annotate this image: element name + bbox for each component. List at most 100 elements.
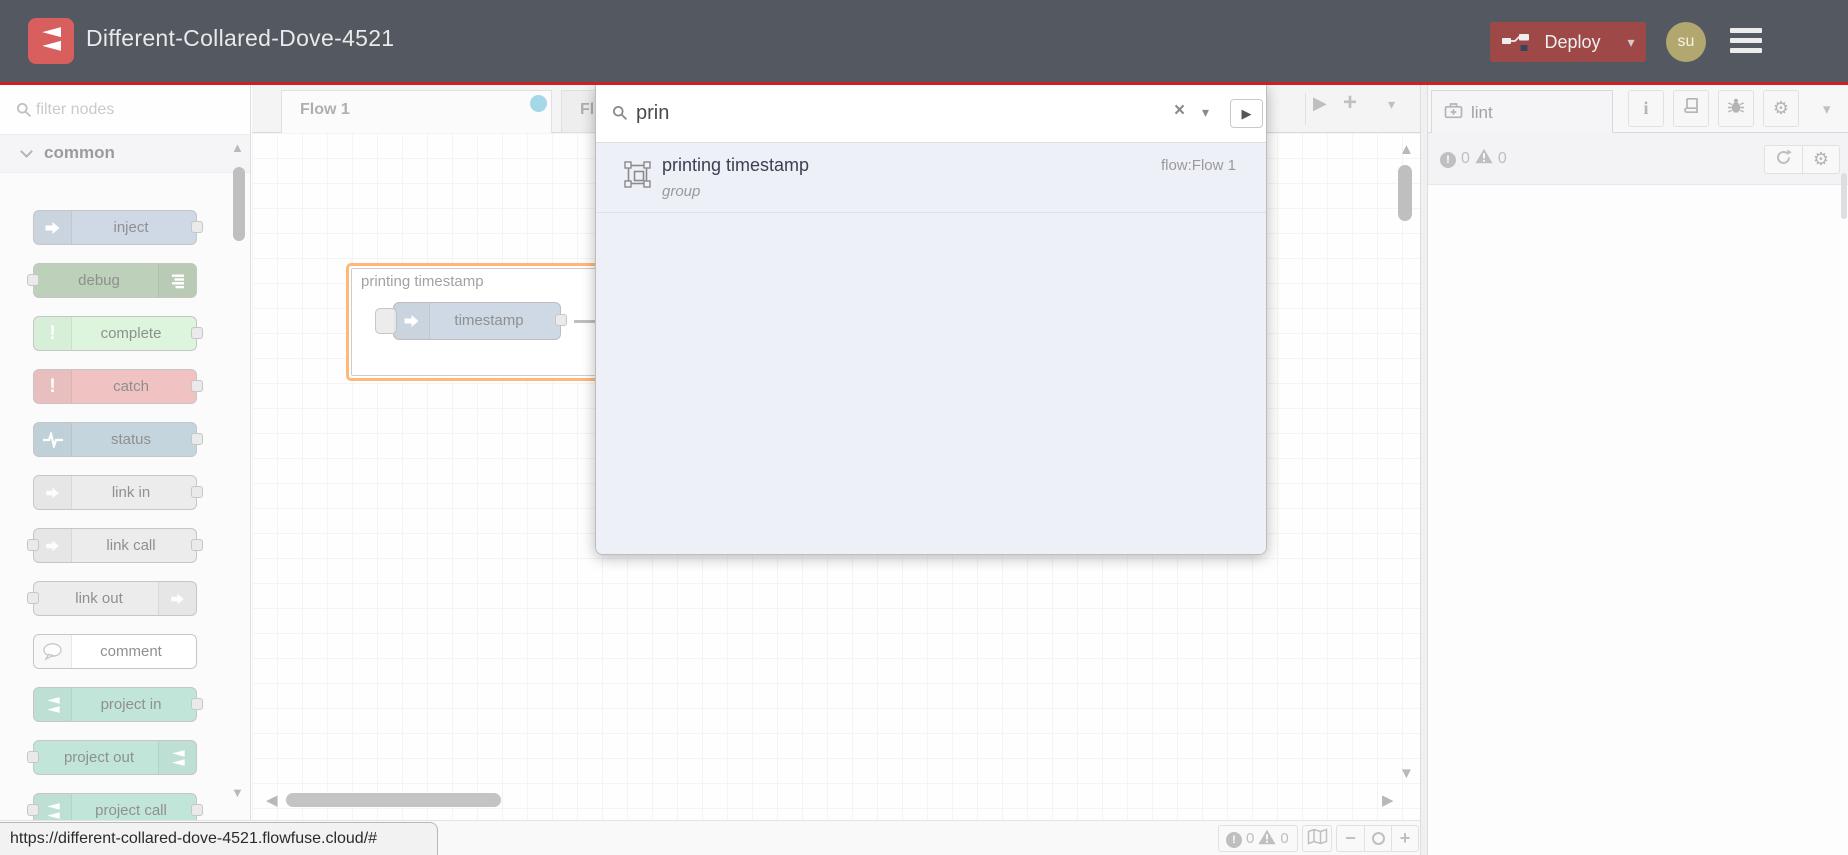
palette-node-link-out[interactable]: link out [27,581,197,616]
main-menu-button[interactable] [1730,28,1762,58]
next-tab-button[interactable]: ▶ [1313,93,1327,114]
deploy-button[interactable]: Deploy ▾ [1490,22,1646,62]
canvas-scroll-right-icon[interactable]: ▶ [1382,791,1394,809]
canvas-hscrollbar-thumb[interactable] [286,793,501,807]
search-input-row: × ▾ ▶ [596,85,1266,142]
sidebar-tab-lint[interactable]: lint [1431,90,1613,134]
flowfuse-logo-icon [158,741,196,774]
node-output-port[interactable] [555,314,567,326]
gear-icon: ⚙ [1772,97,1790,118]
canvas-scroll-up-icon[interactable]: ▲ [1399,141,1414,158]
palette-node-label: project in [100,696,162,713]
exclamation-icon: ! [34,370,72,403]
expand-search-button[interactable]: ▶ [1230,99,1263,128]
node-port[interactable] [27,273,39,286]
search-options-chevron-icon[interactable]: ▾ [1202,104,1209,121]
node-port[interactable] [191,326,203,339]
search-input[interactable] [636,95,1116,131]
palette-node-complete[interactable]: ! complete [33,316,203,351]
node-port[interactable] [27,750,39,763]
palette-node-debug[interactable]: debug [27,263,197,298]
palette-node-label: comment [100,643,162,660]
node-port[interactable] [191,803,203,816]
add-flow-button[interactable]: + [1343,89,1357,117]
sidebar-scrollbar-thumb[interactable] [1841,173,1847,219]
category-label: common [44,143,115,162]
lint-settings-button[interactable]: ⚙ [1802,146,1839,173]
sidebar-menu-chevron-icon[interactable]: ▾ [1823,100,1831,118]
flowfuse-logo-icon [34,688,72,721]
node-label: timestamp [454,312,524,329]
canvas-vscrollbar-thumb[interactable] [1398,165,1412,221]
right-sidebar: lint i ⚙ ▾ ! 0 0 ⚙ [1428,85,1848,855]
unsaved-changes-dot [530,95,547,112]
search-icon [612,105,628,126]
footer-error-count: 0 [1246,830,1255,847]
instance-title: Different-Collared-Dove-4521 [86,25,395,51]
lint-counts: ! 0 0 [1440,148,1507,169]
sidebar-resize-handle[interactable] [1420,85,1428,855]
refresh-icon [1775,149,1792,171]
navigator-button[interactable] [1302,825,1332,852]
palette-node-link-call[interactable]: link call [27,528,203,563]
palette-scroll-down-icon[interactable]: ▼ [231,785,244,800]
comment-bubble-icon [34,635,72,668]
debug-sink-icon [158,264,196,297]
palette-node-comment[interactable]: comment [33,634,197,669]
node-port[interactable] [27,538,39,551]
deploy-options-chevron-icon[interactable]: ▾ [1616,34,1646,51]
hamburger-icon [1730,28,1762,33]
canvas-scroll-left-icon[interactable]: ◀ [266,791,278,809]
palette-node-project-out[interactable]: project out [27,740,197,775]
node-red-editor: Different-Collared-Dove-4521 Deploy ▾ su… [0,0,1848,855]
zoom-reset-button[interactable] [1364,826,1391,851]
palette-node-label: link out [75,590,123,607]
palette-node-label: link call [106,537,156,554]
lint-header-row: ! 0 0 ⚙ [1428,133,1848,185]
node-port[interactable] [27,591,39,604]
link-arrow-icon [34,529,72,562]
palette-node-label: debug [78,272,120,289]
result-flow-location: flow:Flow 1 [1160,157,1236,174]
canvas-scroll-down-icon[interactable]: ▼ [1399,765,1414,782]
lint-error-count: 0 [1461,149,1470,167]
node-port[interactable] [191,432,203,445]
node-port[interactable] [191,538,203,551]
palette-scroll-up-icon[interactable]: ▲ [231,140,244,155]
sidebar-button-info[interactable]: i [1628,90,1664,127]
link-arrow-icon [158,582,196,615]
palette-filter-input[interactable] [36,93,236,127]
warning-icon [1475,148,1493,169]
lint-refresh-button[interactable] [1765,146,1802,173]
node-palette: common inject debug ! complete ! catch status l… [0,85,251,855]
tab-flow-1[interactable]: Flow 1 [281,90,552,133]
sidebar-button-bug[interactable] [1718,90,1754,127]
user-avatar[interactable]: su [1666,22,1706,62]
zoom-in-button[interactable]: + [1391,826,1418,851]
sidebar-button-gear[interactable]: ⚙ [1763,90,1799,127]
node-port[interactable] [27,803,39,816]
palette-node-label: inject [113,219,149,236]
palette-node-project-in[interactable]: project in [33,687,203,722]
palette-node-catch[interactable]: ! catch [33,369,203,404]
info-icon: i [1643,98,1649,118]
zoom-out-button[interactable]: − [1337,826,1364,851]
palette-node-status[interactable]: status [33,422,203,457]
inject-node-timestamp[interactable]: timestamp [375,302,632,340]
lint-results-panel [1428,185,1848,855]
list-flows-button[interactable]: ▾ [1388,96,1395,113]
palette-category-common[interactable]: common [0,135,250,173]
sidebar-button-book[interactable] [1673,90,1709,127]
search-result-item[interactable]: printing timestamp flow:Flow 1 group [596,143,1266,213]
node-port[interactable] [191,379,203,392]
clear-search-icon[interactable]: × [1174,100,1185,122]
node-port[interactable] [191,485,203,498]
node-port[interactable] [191,697,203,710]
palette-scrollbar-thumb[interactable] [233,167,245,241]
palette-node-inject[interactable]: inject [33,210,203,245]
palette-node-link-in[interactable]: link in [33,475,203,510]
book-icon [1682,97,1700,120]
result-title: printing timestamp [662,155,810,175]
footer-notification-counts[interactable]: ! 0 0 [1218,825,1298,852]
node-port[interactable] [191,220,203,233]
